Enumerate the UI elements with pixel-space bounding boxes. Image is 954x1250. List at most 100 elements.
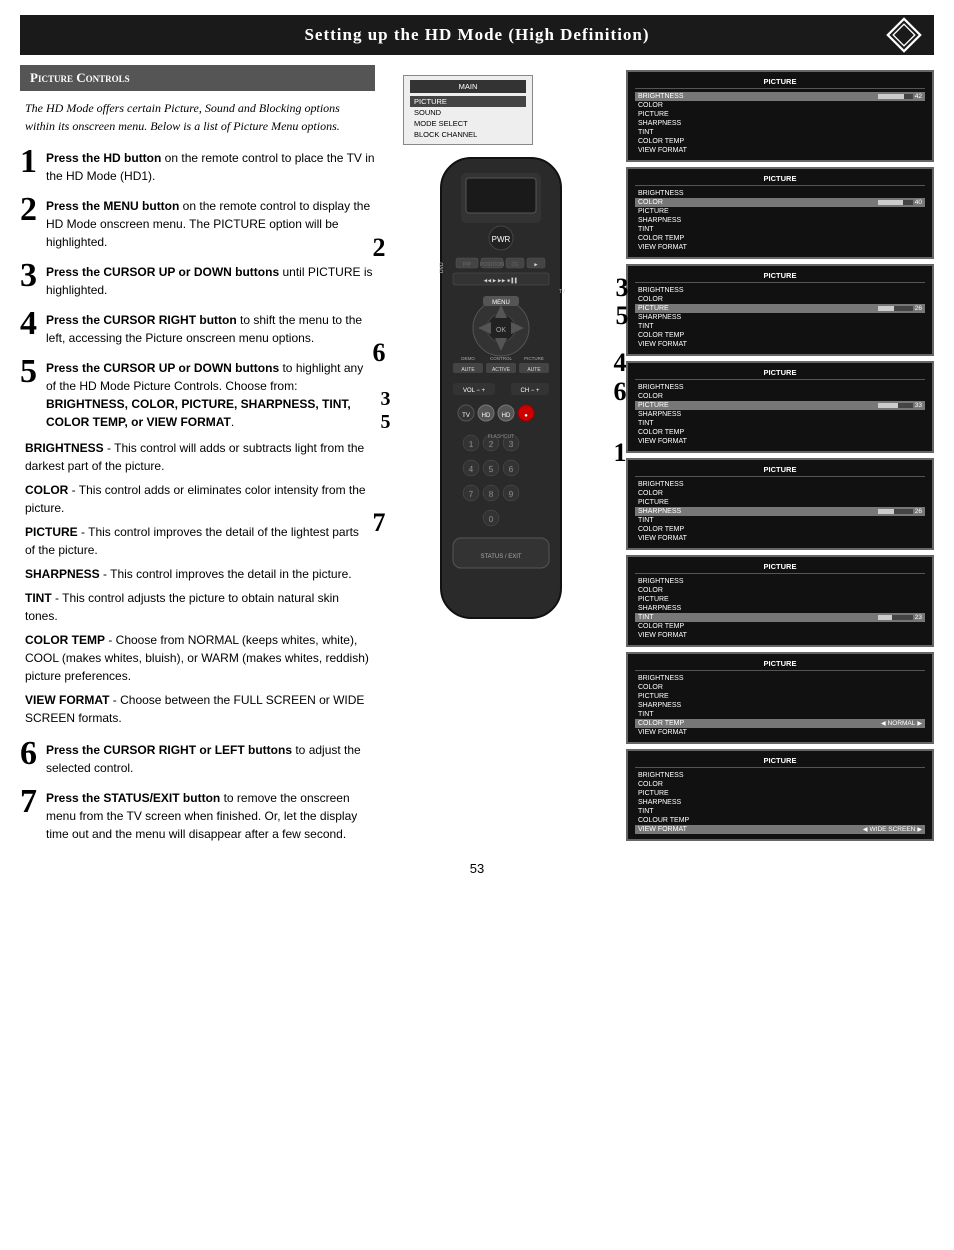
svg-text:TV: TV — [559, 289, 566, 295]
right-column: PICTURE BRIGHTNESS42 COLOR PICTURE SHARP… — [626, 70, 934, 841]
screen-1-color: COLOR — [635, 101, 925, 110]
step-7-text: Press the STATUS/EXIT button to remove t… — [46, 789, 375, 843]
tv-main-item-picture: PICTURE — [410, 96, 526, 107]
screen-5-colortemp: COLOR TEMP — [635, 525, 925, 534]
svg-text:PWR: PWR — [491, 235, 510, 244]
svg-text:5: 5 — [488, 465, 493, 474]
screen-7-title: PICTURE — [635, 659, 925, 671]
screen-6-picture: PICTURE — [635, 595, 925, 604]
screen-2: PICTURE BRIGHTNESS COLOR40 PICTURE SHARP… — [626, 167, 934, 259]
screen-3-tint: TINT — [635, 322, 925, 331]
svg-text:9: 9 — [508, 490, 513, 499]
tv-main-item-block: BLOCK CHANNEL — [410, 129, 526, 140]
step-5: 5 Press the CURSOR UP or DOWN buttons to… — [20, 355, 375, 431]
left-column: Picture Controls The HD Mode offers cert… — [20, 65, 375, 851]
step-7: 7 Press the STATUS/EXIT button to remove… — [20, 785, 375, 843]
svg-text:●: ● — [524, 413, 528, 419]
screen-4-brightness: BRIGHTNESS — [635, 383, 925, 392]
screen-5-brightness: BRIGHTNESS — [635, 480, 925, 489]
screen-7-color: COLOR — [635, 683, 925, 692]
step-3-number: 3 — [20, 259, 40, 293]
svg-text:STATUS / EXIT: STATUS / EXIT — [480, 554, 521, 560]
screen-3-title: PICTURE — [635, 271, 925, 283]
screen-1-sharpness: SHARPNESS — [635, 119, 925, 128]
svg-text:HD: HD — [501, 413, 510, 419]
screen-7-brightness: BRIGHTNESS — [635, 674, 925, 683]
step-2-number: 2 — [20, 193, 40, 227]
step-4-text: Press the CURSOR RIGHT button to shift t… — [46, 311, 375, 347]
svg-text:CONTROL: CONTROL — [489, 356, 511, 361]
step-1-number: 1 — [20, 145, 40, 179]
overlay-4: 4 — [614, 348, 627, 378]
screen-3-colortemp: COLOR TEMP — [635, 331, 925, 340]
screen-3-viewformat: VIEW FORMAT — [635, 340, 925, 349]
screen-2-tint: TINT — [635, 225, 925, 234]
screen-6-tint: TINT23 — [635, 613, 925, 622]
diamond-icon — [886, 17, 922, 53]
screen-8-color: COLOR — [635, 780, 925, 789]
step-5-text: Press the CURSOR UP or DOWN buttons to h… — [46, 359, 375, 431]
svg-text:DVD: DVD — [439, 262, 445, 273]
page-number: 53 — [0, 861, 954, 888]
svg-text:FLASHCUT: FLASHCUT — [487, 434, 513, 440]
svg-text:HD: HD — [481, 413, 490, 419]
svg-text:PIP: PIP — [462, 262, 471, 268]
screen-1: PICTURE BRIGHTNESS42 COLOR PICTURE SHARP… — [626, 70, 934, 162]
svg-text:PICTURE: PICTURE — [524, 356, 544, 361]
step-5-number: 5 — [20, 355, 40, 389]
screen-4-color: COLOR — [635, 392, 925, 401]
screen-4-sharpness: SHARPNESS — [635, 410, 925, 419]
screen-8: PICTURE BRIGHTNESS COLOR PICTURE SHARPNE… — [626, 749, 934, 841]
svg-text:DEMO: DEMO — [461, 356, 475, 361]
screen-2-title: PICTURE — [635, 174, 925, 186]
screen-6-color: COLOR — [635, 586, 925, 595]
step-6: 6 Press the CURSOR RIGHT or LEFT buttons… — [20, 737, 375, 777]
screen-3: PICTURE BRIGHTNESS COLOR PICTURE26 SHARP… — [626, 264, 934, 356]
screen-5-tint: TINT — [635, 516, 925, 525]
screen-1-picture: PICTURE — [635, 110, 925, 119]
screen-8-tint: TINT — [635, 807, 925, 816]
desc-brightness: BRIGHTNESS - This control will adds or s… — [20, 439, 375, 475]
svg-text:ACTIVE: ACTIVE — [491, 367, 510, 373]
svg-text:▶: ▶ — [534, 262, 538, 268]
svg-text:◀◀ ▶ ▶▶ ■ ▌▌: ◀◀ ▶ ▶▶ ■ ▌▌ — [483, 277, 518, 284]
svg-text:0: 0 — [488, 515, 493, 524]
svg-text:VOL − +: VOL − + — [462, 388, 485, 394]
screen-1-tint: TINT — [635, 128, 925, 137]
desc-color: COLOR - This control adds or eliminates … — [20, 481, 375, 517]
screen-7-picture: PICTURE — [635, 692, 925, 701]
screen-2-sharpness: SHARPNESS — [635, 216, 925, 225]
svg-text:7: 7 — [468, 490, 473, 499]
tv-main-header: MAIN — [410, 80, 526, 93]
screen-1-title: PICTURE — [635, 77, 925, 89]
tv-main-menu: MAIN PICTURE SOUND MODE SELECT BLOCK CHA… — [403, 75, 533, 145]
svg-text:OK: OK — [495, 327, 505, 334]
screen-8-title: PICTURE — [635, 756, 925, 768]
svg-text:AUTE: AUTE — [461, 367, 475, 373]
svg-text:1: 1 — [468, 440, 473, 449]
screen-7-sharpness: SHARPNESS — [635, 701, 925, 710]
step-2-text: Press the MENU button on the remote cont… — [46, 197, 375, 251]
screen-1-colortemp: COLOR TEMP — [635, 137, 925, 146]
screen-4-viewformat: VIEW FORMAT — [635, 437, 925, 446]
screen-6-brightness: BRIGHTNESS — [635, 577, 925, 586]
svg-text:POSITION: POSITION — [480, 262, 504, 268]
intro-text: The HD Mode offers certain Picture, Soun… — [20, 99, 375, 135]
screen-4: PICTURE BRIGHTNESS COLOR PICTURE33 SHARP… — [626, 361, 934, 453]
screen-6-viewformat: VIEW FORMAT — [635, 631, 925, 640]
screen-4-tint: TINT — [635, 419, 925, 428]
screen-7-viewformat: VIEW FORMAT — [635, 728, 925, 737]
svg-text:MENU: MENU — [492, 300, 510, 306]
remote-svg: PWR PIP POSITION CE ▶ ◀◀ ▶ ▶▶ ■ ▌ — [401, 153, 601, 633]
desc-sharpness: SHARPNESS - This control improves the de… — [20, 565, 375, 583]
screen-5-color: COLOR — [635, 489, 925, 498]
screen-8-picture: PICTURE — [635, 789, 925, 798]
screen-3-brightness: BRIGHTNESS — [635, 286, 925, 295]
svg-text:AUTE: AUTE — [527, 367, 541, 373]
desc-tint: TINT - This control adjusts the picture … — [20, 589, 375, 625]
tv-main-item-mode: MODE SELECT — [410, 118, 526, 129]
screen-8-viewformat: VIEW FORMAT◀ WIDE SCREEN ▶ — [635, 825, 925, 834]
step-2: 2 Press the MENU button on the remote co… — [20, 193, 375, 251]
screen-7: PICTURE BRIGHTNESS COLOR PICTURE SHARPNE… — [626, 652, 934, 744]
section-header: Picture Controls — [20, 65, 375, 91]
